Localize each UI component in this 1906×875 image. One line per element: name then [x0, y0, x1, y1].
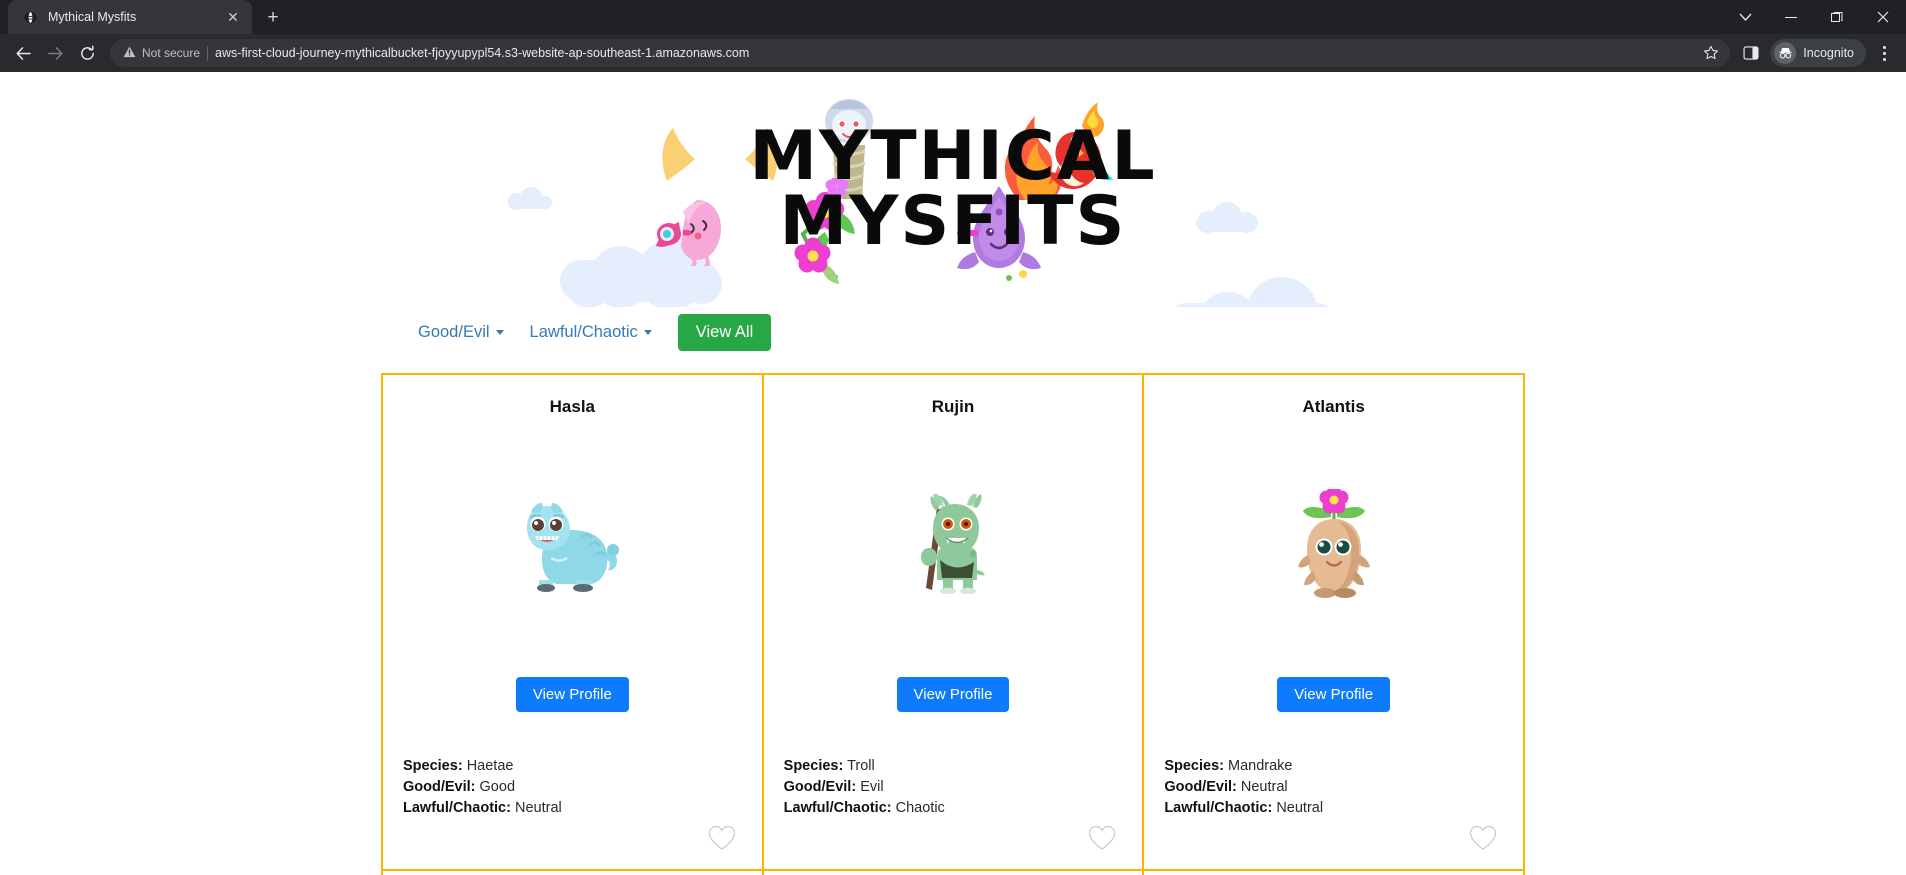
stat-good-evil-value: Evil: [860, 778, 884, 795]
url-text[interactable]: aws-first-cloud-journey-mythicalbucket-f…: [215, 46, 1691, 60]
stat-lawful-chaotic-value: Neutral: [514, 799, 562, 816]
mysfit-card: Rujin View Profile Species: Troll Good/E…: [763, 375, 1145, 871]
green-troll-icon: [920, 494, 985, 594]
stat-species-label: Species:: [403, 758, 463, 774]
mysfit-card: Atlantis View Profile Species: Mandrake …: [1144, 375, 1525, 871]
chevron-down-icon: [495, 329, 504, 335]
stat-species-label: Species:: [1164, 758, 1224, 774]
stat-good-evil-label: Good/Evil:: [783, 778, 857, 795]
stat-species-value: Troll: [847, 758, 875, 774]
profile-chip-incognito[interactable]: Incognito: [1770, 39, 1866, 67]
stat-lawful-chaotic-label: Lawful/Chaotic:: [1164, 799, 1273, 816]
stat-good-evil-label: Good/Evil:: [1164, 778, 1237, 795]
stat-species: Species: Mandrake: [1164, 756, 1323, 777]
mysfit-image: [519, 479, 625, 609]
like-heart-icon[interactable]: [1088, 825, 1116, 851]
tan-mandrake-icon: [1297, 489, 1370, 598]
page-viewport: MYTHICAL MYSFITS Good/Evil Lawful/Chaoti…: [0, 72, 1906, 875]
browser-window: Mythical Mysfits ✕ + Not secure aws-firs…: [0, 0, 1906, 875]
security-status[interactable]: Not secure: [123, 46, 200, 61]
view-profile-button[interactable]: View Profile: [515, 677, 629, 712]
stat-lawful-chaotic-label: Lawful/Chaotic:: [403, 799, 511, 816]
stat-good-evil: Good/Evil: Neutral: [1164, 777, 1323, 798]
stat-lawful-chaotic-value: Neutral: [1276, 799, 1324, 816]
stat-species-value: Haetae: [466, 758, 514, 774]
forward-button[interactable]: [40, 38, 70, 68]
stat-species-value: Mandrake: [1228, 758, 1293, 774]
address-bar[interactable]: Not secure aws-first-cloud-journey-mythi…: [110, 39, 1731, 67]
mysfits-grid-next-row: [381, 871, 1525, 875]
tab-strip: Mythical Mysfits ✕ +: [0, 0, 1906, 34]
mysfit-image: [907, 479, 999, 609]
mysfit-card: [763, 871, 1145, 875]
mysfit-card: [1144, 871, 1525, 875]
stat-good-evil-value: Neutral: [1240, 778, 1288, 795]
stat-good-evil: Good/Evil: Good: [403, 777, 562, 798]
incognito-icon: [1774, 42, 1797, 64]
logo: MYTHICAL MYSFITS: [643, 90, 1263, 290]
window-close-button[interactable]: [1860, 0, 1906, 34]
not-secure-warning-icon: [123, 46, 136, 61]
dropdown-good-evil-label: Good/Evil: [418, 322, 490, 341]
window-controls: [1722, 0, 1906, 34]
new-tab-button[interactable]: +: [259, 3, 287, 31]
view-profile-button[interactable]: View Profile: [1277, 677, 1391, 712]
omnibox-actions: [1698, 40, 1724, 66]
like-heart-icon[interactable]: [1469, 825, 1497, 851]
logo-line-1: MYTHICAL: [749, 116, 1157, 196]
reload-button[interactable]: [72, 38, 102, 68]
security-label: Not secure: [142, 46, 201, 60]
cloud-decoration: [508, 187, 552, 210]
mysfits-grid: Hasla View Profile Species: Haetae Good/…: [381, 373, 1525, 871]
mysfit-card: Hasla View Profile Species: Haetae Good/…: [383, 375, 764, 871]
window-maximize-button[interactable]: [1814, 0, 1860, 34]
view-all-button[interactable]: View All: [677, 313, 772, 351]
stat-lawful-chaotic: Lawful/Chaotic: Neutral: [1164, 798, 1323, 819]
stat-good-evil-label: Good/Evil:: [403, 778, 476, 795]
tab-search-icon[interactable]: [1722, 0, 1768, 34]
stat-species: Species: Haetae: [403, 756, 562, 777]
stat-good-evil: Good/Evil: Evil: [784, 777, 945, 798]
stat-species: Species: Troll: [784, 756, 945, 777]
stat-lawful-chaotic: Lawful/Chaotic: Neutral: [403, 798, 562, 819]
mysfit-name: Rujin: [931, 397, 975, 416]
chevron-down-icon: [643, 329, 652, 335]
stat-lawful-chaotic-value: Chaotic: [895, 799, 945, 816]
tab-close-icon[interactable]: ✕: [224, 8, 242, 26]
dropdown-good-evil[interactable]: Good/Evil: [418, 323, 504, 342]
window-minimize-button[interactable]: [1768, 0, 1814, 34]
dropdown-lawful-chaotic-label: Lawful/Chaotic: [529, 322, 638, 341]
kebab-menu-icon[interactable]: [1870, 39, 1898, 67]
stat-species-label: Species:: [783, 758, 844, 774]
mysfit-stats: Species: Mandrake Good/Evil: Neutral Law…: [1164, 756, 1323, 819]
back-button[interactable]: [8, 38, 38, 68]
stat-lawful-chaotic-label: Lawful/Chaotic:: [783, 799, 892, 816]
mysfit-name: Atlantis: [1302, 397, 1365, 416]
mysfit-stats: Species: Haetae Good/Evil: Good Lawful/C…: [403, 756, 562, 819]
side-panel-icon[interactable]: [1738, 40, 1764, 66]
mysfit-card: [383, 871, 764, 875]
stat-good-evil-value: Good: [479, 778, 516, 795]
mysfit-name: Hasla: [549, 397, 596, 416]
globe-icon: [22, 8, 39, 26]
browser-toolbar: Not secure aws-first-cloud-journey-mythi…: [0, 34, 1906, 72]
pink-bird-icon: [656, 199, 721, 266]
like-heart-icon[interactable]: [708, 825, 736, 851]
dropdown-lawful-chaotic[interactable]: Lawful/Chaotic: [530, 323, 652, 342]
star-icon[interactable]: [1698, 40, 1724, 66]
mysfit-image: [1295, 479, 1373, 609]
omnibox-divider: [207, 45, 209, 61]
site-header: MYTHICAL MYSFITS: [0, 72, 1906, 307]
tab-mythical-mysfits[interactable]: Mythical Mysfits ✕: [8, 0, 252, 34]
mysfit-stats: Species: Troll Good/Evil: Evil Lawful/Ch…: [784, 756, 945, 819]
stat-lawful-chaotic: Lawful/Chaotic: Chaotic: [784, 798, 945, 819]
blue-haetae-icon: [527, 503, 620, 592]
logo-line-2: MYSFITS: [779, 181, 1127, 261]
tab-title: Mythical Mysfits: [48, 10, 137, 24]
view-profile-button[interactable]: View Profile: [896, 677, 1010, 712]
profile-label: Incognito: [1803, 46, 1854, 60]
filter-bar: Good/Evil Lawful/Chaotic View All: [0, 307, 1906, 357]
